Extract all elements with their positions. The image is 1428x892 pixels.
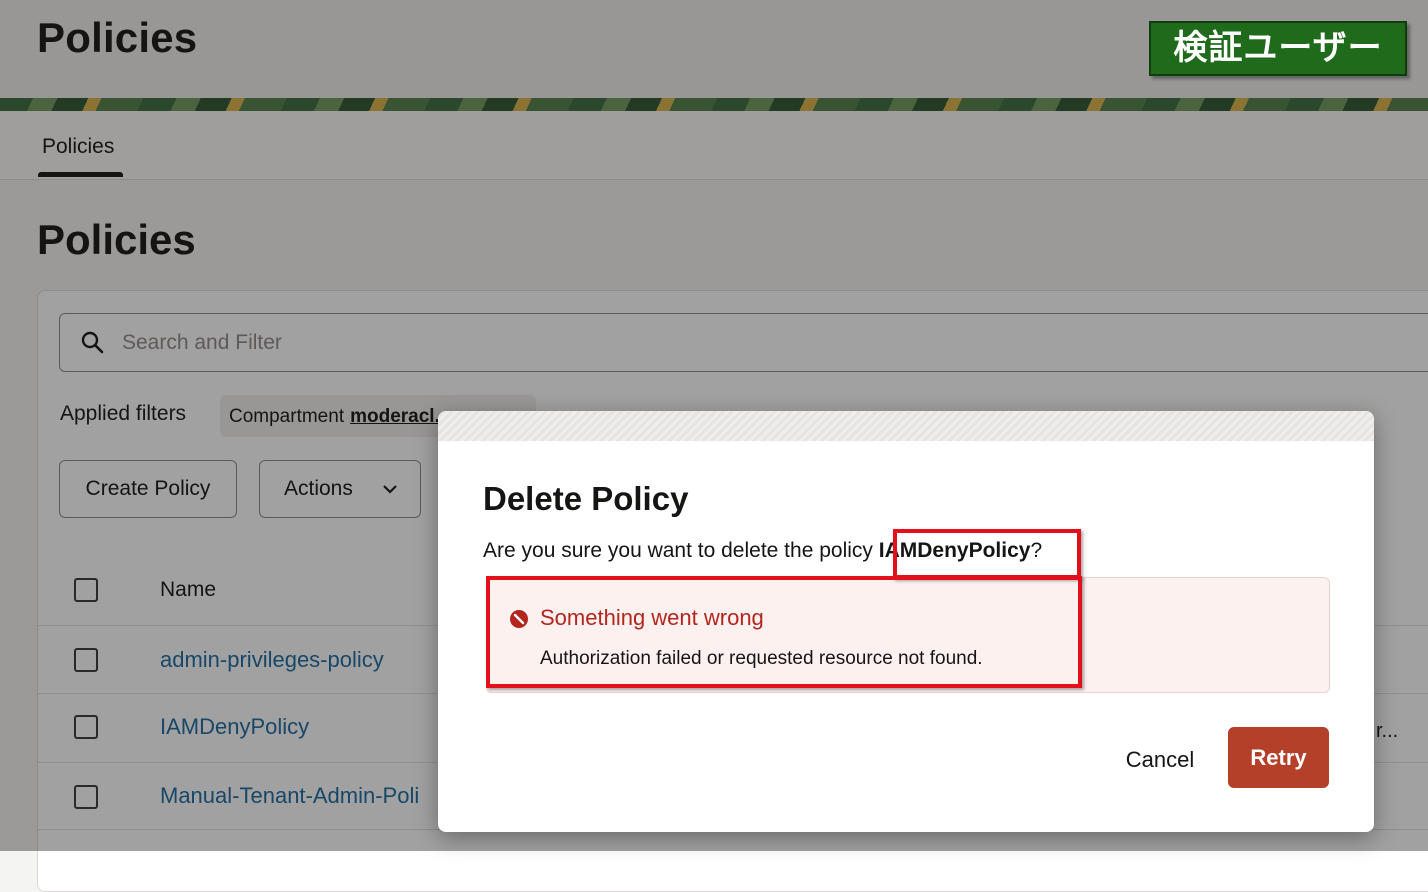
user-badge: 検証ユーザー xyxy=(1149,21,1407,76)
annotation-highlight-error xyxy=(486,576,1082,688)
annotation-highlight-policy-name xyxy=(893,529,1081,579)
dialog-header-pattern xyxy=(438,411,1374,441)
question-prefix: Are you sure you want to delete the poli… xyxy=(483,539,879,562)
cancel-button[interactable]: Cancel xyxy=(1110,740,1210,780)
retry-button[interactable]: Retry xyxy=(1228,727,1329,788)
dialog-title: Delete Policy xyxy=(483,480,689,517)
